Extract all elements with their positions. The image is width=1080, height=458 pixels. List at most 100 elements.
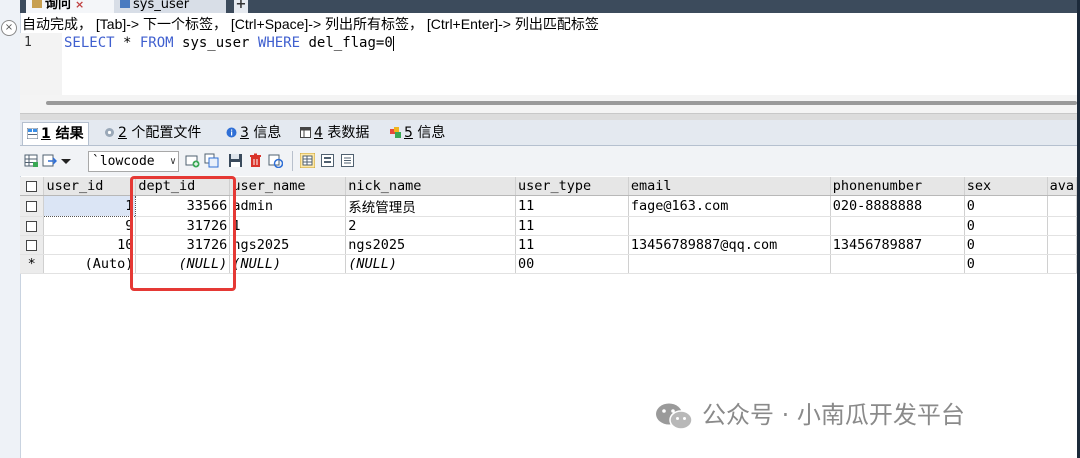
delete-icon[interactable] xyxy=(248,153,263,168)
add-tab-button[interactable]: + xyxy=(234,0,248,13)
code-part: del_flag=0 xyxy=(300,35,393,51)
cell-phonenumber[interactable] xyxy=(830,254,965,274)
sql-editor[interactable]: 1 SELECT * FROM sys_user WHERE del_flag=… xyxy=(20,33,1077,95)
column-header-sex[interactable]: sex xyxy=(964,177,1048,196)
cell-avatar[interactable] xyxy=(1047,216,1078,236)
sql-code[interactable]: SELECT * FROM sys_user WHERE del_flag=0 xyxy=(64,35,394,51)
cell-sex[interactable]: 0 xyxy=(964,195,1048,217)
column-header-avatar[interactable]: ava xyxy=(1047,177,1078,196)
checkbox-icon xyxy=(26,200,38,212)
scrollbar-thumb[interactable] xyxy=(46,101,1077,105)
column-header-nick-name[interactable]: nick_name xyxy=(345,177,516,196)
save-icon[interactable] xyxy=(228,153,243,168)
cell-avatar[interactable] xyxy=(1047,254,1078,274)
cell-avatar[interactable] xyxy=(1047,235,1078,255)
tab-result[interactable]: 1 结果 xyxy=(22,122,89,145)
dropdown-arrow-icon[interactable] xyxy=(60,153,72,168)
column-header-email[interactable]: email xyxy=(628,177,831,196)
tab-info[interactable]: 5 信息 xyxy=(386,122,449,144)
tab-messages[interactable]: 3 信息 xyxy=(222,122,285,144)
refresh-icon[interactable] xyxy=(268,153,283,168)
tab-profile[interactable]: 2 个配置文件 xyxy=(100,122,205,144)
row-checkbox[interactable] xyxy=(20,216,45,236)
cell-user-type[interactable]: 00 xyxy=(515,254,629,274)
text-cursor xyxy=(392,35,394,51)
chevron-down-icon: ∨ xyxy=(169,156,176,167)
cell-user-name[interactable]: admin xyxy=(229,195,347,217)
new-row-marker: * xyxy=(20,254,45,274)
column-header-user-name[interactable]: user_name xyxy=(229,177,347,196)
cell-email[interactable] xyxy=(628,216,831,236)
cell-user-type[interactable]: 11 xyxy=(515,216,629,236)
row-checkbox[interactable] xyxy=(20,195,45,217)
column-header-user-id[interactable]: user_id xyxy=(43,177,137,196)
cell-nick-name[interactable]: (NULL) xyxy=(345,254,516,274)
close-tab-icon[interactable]: × xyxy=(75,0,84,11)
code-part: * xyxy=(114,35,140,51)
tab-table-data[interactable]: 4 表数据 xyxy=(296,122,373,144)
cell-user-type[interactable]: 11 xyxy=(515,195,629,217)
dept-id-highlight-box xyxy=(130,176,236,291)
cell-user-id[interactable]: 1 xyxy=(43,195,137,217)
cell-user-id[interactable]: 9 xyxy=(43,216,137,236)
profile-icon xyxy=(105,128,114,137)
cell-user-id[interactable]: (Auto) xyxy=(43,254,137,274)
cell-user-id[interactable]: 10 xyxy=(43,235,137,255)
close-circle-icon[interactable]: × xyxy=(1,20,17,36)
autocomplete-hint: 自动完成， [Tab]-> 下一个标签， [Ctrl+Space]-> 列出所有… xyxy=(22,16,599,32)
cell-user-name[interactable]: 1 xyxy=(229,216,347,236)
cell-user-name[interactable]: (NULL) xyxy=(229,254,347,274)
cell-avatar[interactable] xyxy=(1047,195,1078,217)
checkbox-icon xyxy=(26,220,38,232)
cell-sex[interactable]: 0 xyxy=(964,254,1048,274)
cell-phonenumber[interactable]: 13456789887 xyxy=(830,235,965,255)
grid-view-icon[interactable] xyxy=(24,153,39,168)
checkbox-icon xyxy=(26,239,38,251)
colored-info-icon xyxy=(390,127,401,138)
cell-sex[interactable]: 0 xyxy=(964,216,1048,236)
cell-sex[interactable]: 0 xyxy=(964,235,1048,255)
left-sidebar: × xyxy=(0,0,21,458)
checkbox-icon xyxy=(26,180,38,192)
result-toolbar: `lowcode ∨ xyxy=(20,146,1077,176)
wechat-icon xyxy=(656,403,693,430)
duplicate-row-icon[interactable] xyxy=(204,153,219,168)
grid-result-icon xyxy=(27,128,38,139)
cell-nick-name[interactable]: 2 xyxy=(345,216,516,236)
line-number: 1 xyxy=(24,35,32,50)
text-mode-icon[interactable] xyxy=(340,153,355,168)
table-data-icon xyxy=(300,127,311,138)
line-gutter: 1 xyxy=(20,33,62,95)
table-icon xyxy=(120,0,130,8)
cell-phonenumber[interactable] xyxy=(830,216,965,236)
grid-mode-icon[interactable] xyxy=(300,153,315,168)
add-row-icon[interactable] xyxy=(185,153,200,168)
cell-email[interactable] xyxy=(628,254,831,274)
select-all-checkbox[interactable] xyxy=(20,177,45,196)
cell-user-name[interactable]: ngs2025 xyxy=(229,235,347,255)
tab-sys-user[interactable]: sys_user xyxy=(114,0,226,13)
query-tab-bar: 询问 × sys_user + xyxy=(20,0,1077,13)
tab-query[interactable]: 询问 × xyxy=(26,0,120,13)
export-icon[interactable] xyxy=(42,153,57,168)
column-header-user-type[interactable]: user_type xyxy=(515,177,629,196)
keyword-where: WHERE xyxy=(257,35,301,51)
watermark-text: 公众号 · 小南瓜开发平台 xyxy=(702,401,965,429)
cell-nick-name[interactable]: ngs2025 xyxy=(345,235,516,255)
cell-phonenumber[interactable]: 020-8888888 xyxy=(830,195,965,217)
cell-nick-name[interactable]: 系统管理员 xyxy=(345,195,516,217)
query-icon xyxy=(32,0,42,8)
result-tab-bar: 1 结果 2 个配置文件 3 信息 4 表数据 5 信息 xyxy=(20,120,1077,146)
cell-email[interactable]: fage@163.com xyxy=(628,195,831,217)
editor-horizontal-scrollbar[interactable] xyxy=(20,95,1077,113)
database-select[interactable]: `lowcode ∨ xyxy=(88,151,179,172)
cell-user-type[interactable]: 11 xyxy=(515,235,629,255)
info-icon xyxy=(226,127,237,138)
form-mode-icon[interactable] xyxy=(320,153,335,168)
column-header-phonenumber[interactable]: phonenumber xyxy=(830,177,965,196)
keyword-select: SELECT xyxy=(64,35,115,51)
keyword-from: FROM xyxy=(139,35,174,51)
cell-email[interactable]: 13456789887@qq.com xyxy=(628,235,831,255)
code-part: sys_user xyxy=(173,35,258,51)
row-checkbox[interactable] xyxy=(20,235,45,255)
